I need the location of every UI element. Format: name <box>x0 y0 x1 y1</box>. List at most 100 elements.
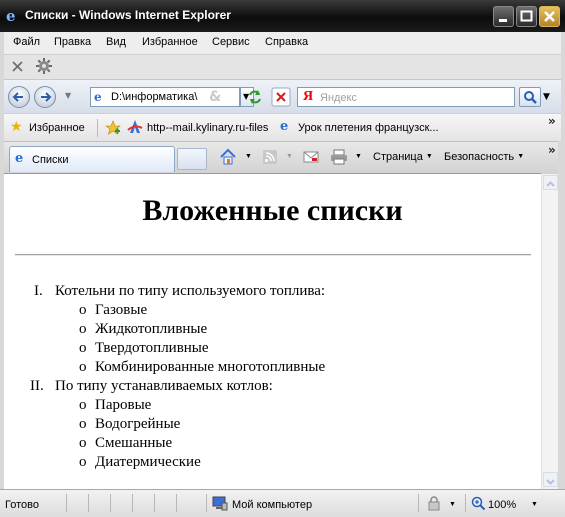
home-dropdown-icon[interactable]: ▼ <box>245 151 252 163</box>
bullet: o <box>79 321 87 337</box>
search-button[interactable] <box>519 87 541 107</box>
favorites-bar: ★ Избранное http--mail.kylinary.ru-files… <box>4 113 561 142</box>
separator <box>110 494 111 512</box>
mail-icon[interactable] <box>303 150 319 164</box>
tab-favicon-icon: e <box>15 151 24 166</box>
page-favicon-icon: e <box>94 90 102 104</box>
back-arrow-icon <box>12 92 23 102</box>
bullet: o <box>79 302 87 318</box>
sublist-item: Смешанные <box>95 435 173 451</box>
window-title: Списки - Windows Internet Explorer <box>25 8 231 22</box>
bullet: o <box>79 397 87 413</box>
sublist-item: Водогрейные <box>95 416 181 432</box>
search-input[interactable]: Яндекс <box>320 92 357 104</box>
favorites-star-icon[interactable]: ★ <box>10 119 23 135</box>
separator <box>88 494 89 512</box>
protected-mode-dropdown-icon[interactable]: ▼ <box>449 501 456 508</box>
separator <box>206 494 207 512</box>
maximize-icon <box>520 10 533 22</box>
print-dropdown-icon[interactable]: ▼ <box>355 151 362 163</box>
separator <box>66 494 67 512</box>
menu-file[interactable]: Файл <box>13 36 40 48</box>
list-item: По типу устанавливаемых котлов: <box>55 378 273 394</box>
add-favorite-icon[interactable] <box>105 120 121 136</box>
bullet: o <box>79 435 87 451</box>
zoom-dropdown-icon[interactable]: ▼ <box>531 501 538 508</box>
favorites-button[interactable]: Избранное <box>29 122 85 134</box>
separator <box>154 494 155 512</box>
minimize-button[interactable] <box>493 6 514 27</box>
feeds-icon[interactable] <box>262 149 278 165</box>
refresh-button[interactable] <box>244 87 266 107</box>
menu-edit[interactable]: Правка <box>54 36 91 48</box>
page-menu-button[interactable]: Страница ▼ <box>373 151 433 163</box>
new-tab-button[interactable] <box>177 148 207 170</box>
separator <box>132 494 133 512</box>
status-text: Готово <box>5 499 39 511</box>
favorite-link-mail[interactable]: http--mail.kylinary.ru-files <box>147 122 268 134</box>
scroll-up-button[interactable] <box>543 175 558 190</box>
bullet: o <box>79 340 87 356</box>
scroll-down-button[interactable] <box>543 472 558 487</box>
page-heading: Вложенные списки <box>142 194 403 227</box>
refresh-icon <box>249 90 261 104</box>
feeds-dropdown-icon[interactable]: ▼ <box>286 151 293 163</box>
address-input[interactable]: D:\информатика\ <box>111 91 211 103</box>
chevron-up-icon <box>546 181 555 187</box>
zoom-icon[interactable] <box>471 496 486 511</box>
site-favicon-icon <box>127 120 143 133</box>
tab-spiski[interactable]: e Списки <box>9 146 175 172</box>
menu-view[interactable]: Вид <box>106 36 126 48</box>
bullet: o <box>79 454 87 470</box>
close-button[interactable] <box>539 6 560 27</box>
address-bar[interactable]: e D:\информатика\ & <box>90 87 240 107</box>
separator <box>465 494 466 512</box>
home-icon[interactable] <box>219 148 237 166</box>
horizontal-rule <box>15 254 531 256</box>
more-favorites-icon[interactable]: » <box>548 114 556 128</box>
menu-bar: Файл Правка Вид Избранное Сервис Справка <box>4 32 561 55</box>
stop-button[interactable] <box>270 87 292 107</box>
maximize-button[interactable] <box>516 6 537 27</box>
menu-favorites[interactable]: Избранное <box>142 36 198 48</box>
print-icon[interactable] <box>330 149 348 165</box>
page-content: Вложенные списки I. Котельни по типу исп… <box>4 173 541 490</box>
forward-button[interactable] <box>34 86 56 108</box>
menu-tools[interactable]: Сервис <box>212 36 250 48</box>
more-tools-icon[interactable]: » <box>548 143 556 157</box>
page-menu-label: Страница <box>373 151 423 163</box>
back-button[interactable] <box>8 86 30 108</box>
window-frame-right <box>558 141 565 517</box>
zoom-level[interactable]: 100% <box>488 499 516 511</box>
protected-mode-icon[interactable] <box>426 496 442 511</box>
yandex-logo-icon: Я <box>303 89 314 104</box>
status-bar: Готово Мой компьютер ▼ 100% ▼ <box>0 489 565 517</box>
favorite-link-lesson[interactable]: Урок плетения французск... <box>298 122 439 134</box>
compat-icon[interactable]: & <box>209 89 221 105</box>
safety-menu-label: Безопасность <box>444 151 515 163</box>
ie-window: e Списки - Windows Internet Explorer Фай… <box>0 0 565 517</box>
security-zone: Мой компьютер <box>232 499 313 511</box>
close-icon <box>544 11 555 22</box>
gear-icon[interactable] <box>35 57 53 75</box>
search-options-icon[interactable]: ▼ <box>543 92 550 102</box>
menu-help[interactable]: Справка <box>265 36 308 48</box>
separator <box>418 494 419 512</box>
separator <box>97 119 98 137</box>
navigation-bar: ▼ e D:\информатика\ & ▼ Я Яндекс ▼ <box>4 79 561 114</box>
tab-row: e Списки ▼ ▼ ▼ Страница ▼ Безопасность ▼… <box>4 141 561 174</box>
chevron-down-icon <box>546 479 555 485</box>
list-marker: II. <box>30 378 44 394</box>
search-icon <box>524 91 537 104</box>
safety-menu-button[interactable]: Безопасность ▼ <box>444 151 524 163</box>
search-box[interactable]: Я Яндекс <box>297 87 515 107</box>
sublist-item: Газовые <box>95 302 148 318</box>
vertical-scrollbar[interactable] <box>541 174 559 489</box>
command-row <box>4 55 561 79</box>
forward-arrow-icon <box>41 92 52 102</box>
sublist-item: Жидкотопливные <box>95 321 208 337</box>
history-dropdown-icon[interactable]: ▼ <box>65 91 71 100</box>
close-toolbar-icon[interactable] <box>12 61 23 72</box>
ie-logo-icon: e <box>6 7 16 25</box>
bullet: o <box>79 359 87 375</box>
